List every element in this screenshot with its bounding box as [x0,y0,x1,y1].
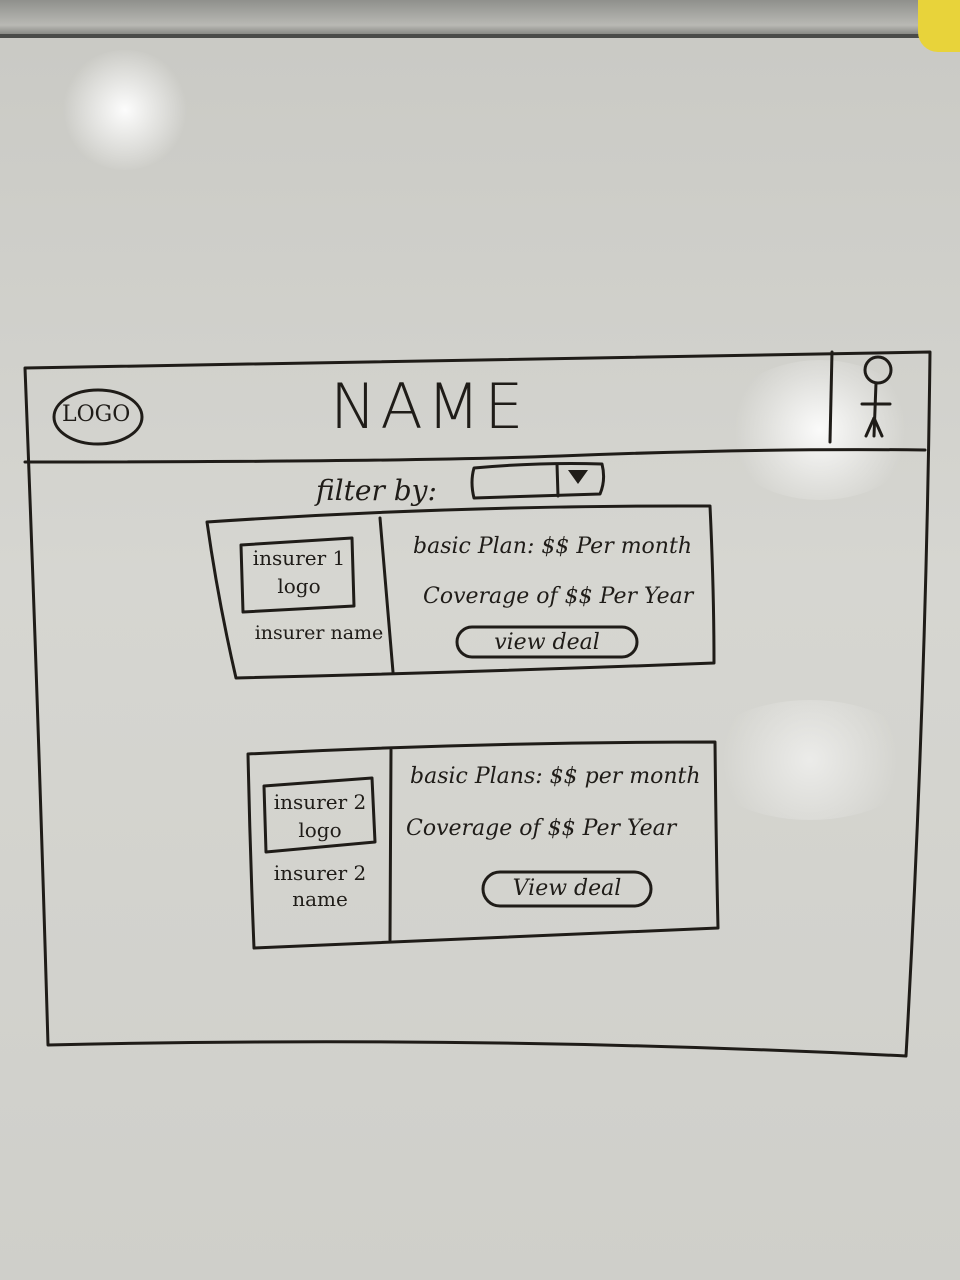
plan-price: basic Plan: $$ Per month [413,534,692,559]
header-divider [23,448,927,464]
coverage-amount: Coverage of $$ Per Year [406,816,677,841]
app-logo[interactable]: LOGO [62,402,130,427]
profile-button[interactable] [838,352,926,444]
filter-label: filter by: [316,474,437,507]
deal-card: insurer 2 logo insurer 2 name basic Plan… [248,742,718,948]
deal-card: insurer 1 logo insurer name basic Plan: … [207,506,715,678]
view-deal-button[interactable]: view deal [457,628,637,658]
filter-dropdown[interactable] [474,464,604,498]
view-deal-button[interactable]: View deal [483,872,651,906]
page-title: NAME [330,370,528,443]
profile-divider [828,350,834,444]
insurer-logo: insurer 1 logo [252,546,346,598]
insurer-logo: insurer 2 logo [273,790,367,842]
plan-price: basic Plans: $$ per month [410,764,701,789]
insurer-name: insurer 2 name [273,861,367,911]
coverage-amount: Coverage of $$ Per Year [423,584,694,609]
insurer-name: insurer name [254,622,384,644]
